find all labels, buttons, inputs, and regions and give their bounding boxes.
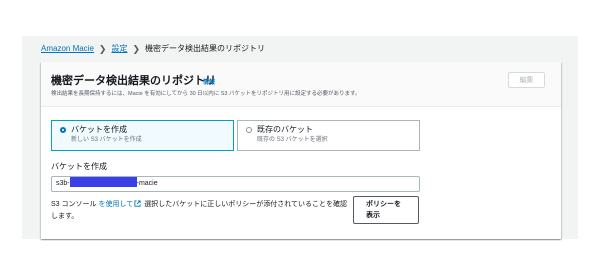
breadcrumb-item-settings[interactable]: 設定	[111, 44, 127, 54]
help-text-before: S3 コンソール	[51, 201, 99, 208]
repository-panel: 機密データ検出結果のリポジトリ 情報 検出結果を長期保持するには、Macie を…	[41, 62, 561, 239]
bucket-name-label: バケットを作成	[51, 162, 107, 171]
view-policy-line1: ポリシーを	[366, 201, 401, 208]
info-link[interactable]: 情報	[203, 77, 215, 86]
bucket-prefix: s3b-	[56, 180, 70, 187]
view-policy-button[interactable]: ポリシーを 表示	[353, 196, 419, 224]
chevron-right-icon: ❯	[98, 44, 107, 54]
option-create-bucket[interactable]: バケットを作成 新しい S3 バケットを作成	[51, 120, 234, 151]
breadcrumb-item-macie[interactable]: Amazon Macie	[41, 44, 94, 54]
radio-unselected-icon[interactable]	[246, 127, 252, 133]
radio-selected-icon[interactable]	[60, 127, 66, 133]
edit-button[interactable]: 編集	[508, 72, 545, 88]
panel-title: 機密データ検出結果のリポジトリ	[51, 75, 216, 87]
option-label: 既存のバケット	[257, 125, 313, 134]
view-policy-line2: 表示	[366, 212, 380, 219]
option-label: バケットを作成	[71, 125, 127, 134]
chevron-right-icon: ❯	[132, 44, 141, 54]
panel-description: 検出結果を長期保持するには、Macie を有効にしてから 30 日以内に S3 …	[51, 91, 361, 97]
policy-help-text: S3 コンソール を使用して 選択したバケットに正しいポリシーが添付されているこ…	[51, 199, 351, 223]
option-sublabel: 新しい S3 バケットを作成	[71, 137, 142, 143]
bucket-suffix: -macie	[136, 180, 158, 187]
breadcrumb-current: 機密データ検出結果のリポジトリ	[145, 44, 266, 53]
s3-console-link[interactable]: を使用して	[98, 201, 133, 208]
redacted-segment	[69, 177, 137, 187]
external-link-icon[interactable]	[134, 200, 141, 207]
breadcrumb: Amazon Macie ❯ 設定 ❯ 機密データ検出結果のリポジトリ	[41, 44, 265, 54]
option-existing-bucket[interactable]: 既存のバケット 既存の S3 バケットを選択	[237, 120, 420, 151]
bucket-name-input[interactable]: s3b- -macie	[51, 176, 420, 192]
option-sublabel: 既存の S3 バケットを選択	[257, 137, 328, 143]
